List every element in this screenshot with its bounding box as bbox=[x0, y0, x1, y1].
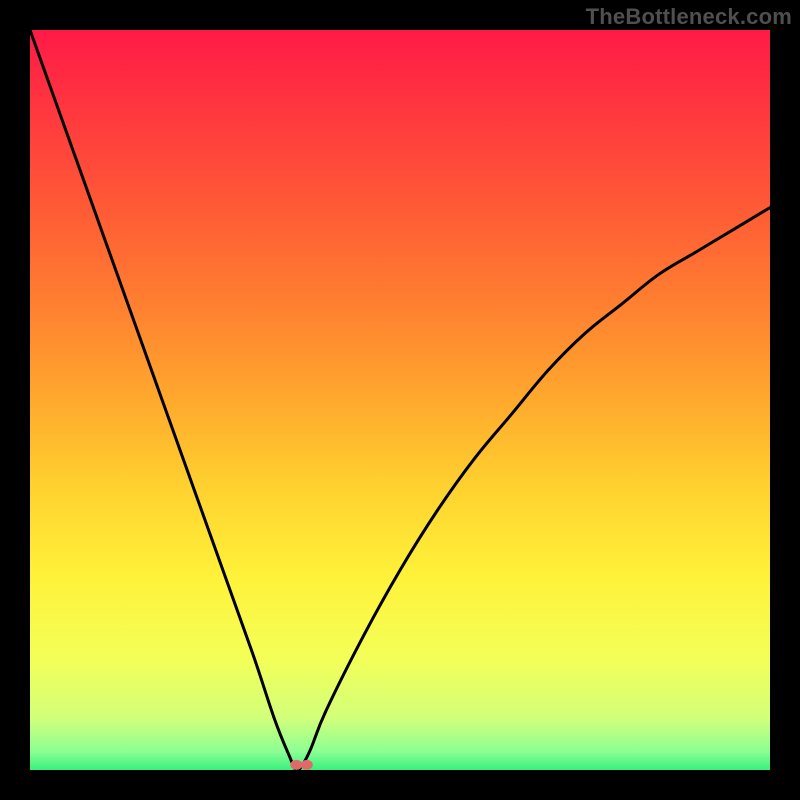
watermark-text: TheBottleneck.com bbox=[586, 4, 792, 30]
bottleneck-chart bbox=[0, 0, 800, 800]
plot-background bbox=[30, 30, 770, 770]
marker-dot bbox=[290, 760, 302, 770]
chart-container: { "watermark": "TheBottleneck.com", "col… bbox=[0, 0, 800, 800]
marker-dot bbox=[301, 760, 313, 770]
